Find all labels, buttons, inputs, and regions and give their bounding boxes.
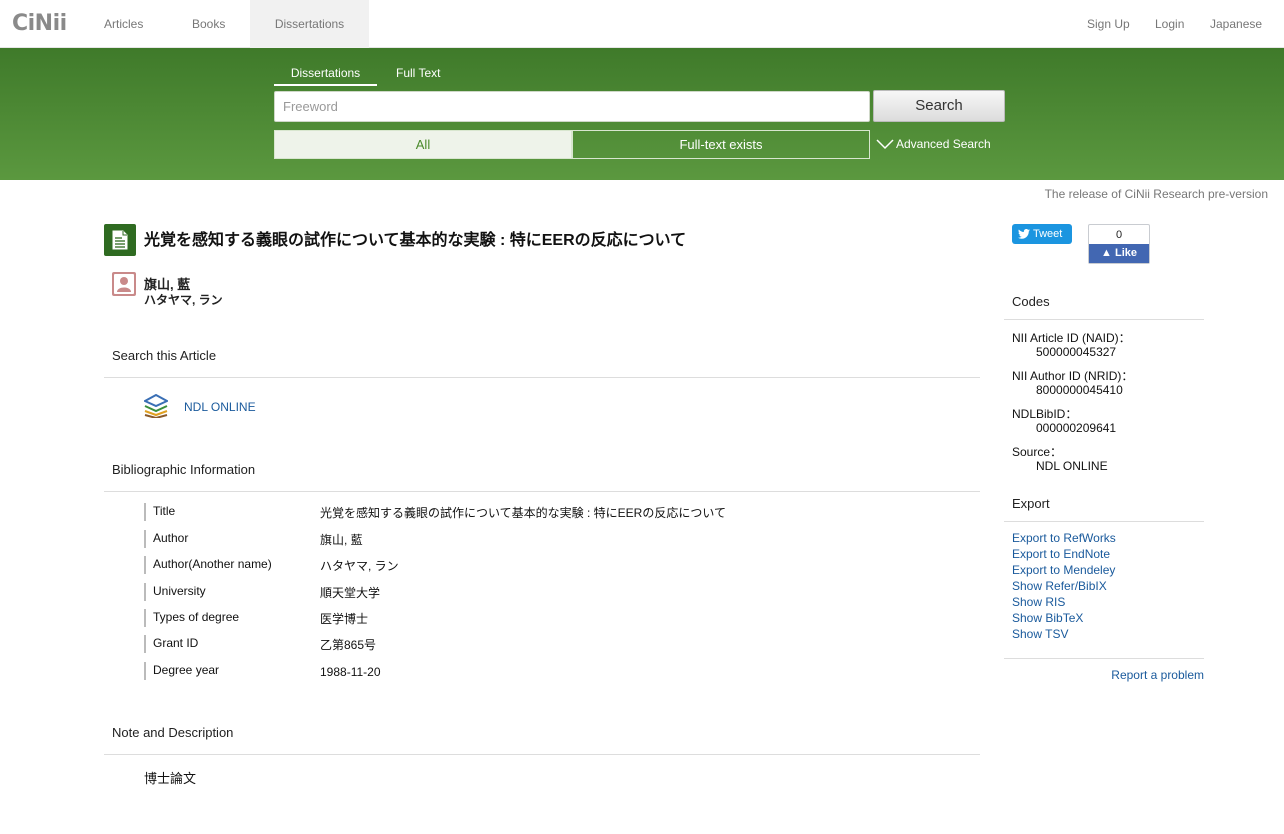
export-heading: Export — [1012, 496, 1050, 511]
twitter-bird-icon — [1018, 229, 1030, 239]
show-tsv-link[interactable]: Show TSV — [1012, 627, 1068, 641]
facebook-like-box[interactable]: 0 ▲ Like — [1088, 224, 1150, 264]
show-bibtex-link[interactable]: Show BibTeX — [1012, 611, 1083, 625]
filter-full-text-exists[interactable]: Full-text exists — [572, 130, 870, 159]
release-notice[interactable]: The release of CiNii Research pre-versio… — [1045, 187, 1268, 201]
advanced-search-link[interactable]: Advanced Search — [876, 137, 991, 151]
tab-dissertations[interactable]: Dissertations — [274, 66, 377, 86]
code-label-nrid: NII Author ID (NRID)： — [1012, 369, 1134, 383]
author-kana: ハタヤマ, ラン — [144, 293, 223, 307]
top-navigation: CiNii Articles Books Dissertations Sign … — [0, 0, 1284, 48]
show-refer-bibix-link[interactable]: Show Refer/BibIX — [1012, 579, 1107, 593]
export-mendeley-link[interactable]: Export to Mendeley — [1012, 563, 1115, 577]
ndl-online-link[interactable]: NDL ONLINE — [184, 400, 256, 414]
code-label-ndlbibid: NDLBibID： — [1012, 407, 1078, 421]
note-text: 博士論文 — [144, 771, 197, 786]
section-heading: Note and Description — [112, 725, 234, 740]
section-search-article: Search this Article — [104, 348, 980, 378]
chevron-down-icon — [876, 139, 894, 150]
nav-books[interactable]: Books — [192, 0, 225, 48]
biblio-label: Degree year — [144, 662, 219, 680]
code-value-naid: 500000045327 — [1036, 345, 1117, 359]
biblio-label: Types of degree — [144, 609, 239, 627]
code-label-naid: NII Article ID (NAID)： — [1012, 331, 1131, 345]
author-avatar-icon — [112, 272, 136, 296]
biblio-label: Author(Another name) — [144, 556, 272, 574]
nav-sign-up[interactable]: Sign Up — [1087, 0, 1130, 48]
export-heading-bar: Export — [1004, 496, 1204, 522]
biblio-row-title: Title 光覚を感知する義眼の試作について基本的な実験 : 特にEERの反応に… — [144, 503, 980, 523]
sidebar-divider — [1004, 658, 1204, 659]
nav-login[interactable]: Login — [1155, 0, 1184, 48]
code-value-source: NDL ONLINE — [1036, 459, 1108, 473]
show-ris-link[interactable]: Show RIS — [1012, 595, 1065, 609]
biblio-row-author-another-name: Author(Another name) ハタヤマ, ラン — [144, 556, 980, 576]
advanced-search-label: Advanced Search — [896, 137, 991, 151]
codes-heading-bar: Codes — [1004, 294, 1204, 320]
filter-all[interactable]: All — [274, 130, 572, 159]
biblio-row-university: University 順天堂大学 — [144, 583, 980, 603]
search-button[interactable]: Search — [873, 90, 1005, 122]
cinii-logo[interactable]: CiNii — [12, 11, 67, 36]
code-value-nrid[interactable]: 8000000045410 — [1036, 383, 1123, 397]
export-refworks-link[interactable]: Export to RefWorks — [1012, 531, 1116, 545]
tab-full-text[interactable]: Full Text — [396, 66, 440, 86]
article-title: 光覚を感知する義眼の試作について基本的な実験 : 特にEERの反応について — [144, 232, 687, 249]
nav-articles[interactable]: Articles — [104, 0, 143, 48]
biblio-label: Grant ID — [144, 635, 198, 653]
search-band: Dissertations Full Text Freeword Search … — [0, 48, 1284, 180]
biblio-label: University — [144, 583, 206, 601]
code-value-ndlbibid: 000000209641 — [1036, 421, 1117, 435]
nav-dissertations[interactable]: Dissertations — [250, 0, 369, 48]
biblio-value: ハタヤマ, ラン — [320, 559, 399, 573]
biblio-value: 1988-11-20 — [320, 665, 381, 679]
biblio-row-degree-year: Degree year 1988-11-20 — [144, 662, 980, 682]
document-icon — [104, 224, 136, 256]
facebook-thumb-icon: ▲ — [1101, 247, 1112, 259]
section-bibliographic-information: Bibliographic Information — [104, 462, 980, 492]
biblio-row-author: Author 旗山, 藍 — [144, 530, 980, 550]
section-heading: Search this Article — [112, 348, 217, 363]
biblio-value: 旗山, 藍 — [320, 533, 363, 547]
section-heading: Bibliographic Information — [112, 462, 256, 477]
section-note-and-description: Note and Description — [104, 725, 980, 755]
facebook-like-label: Like — [1114, 247, 1137, 259]
biblio-row-grant-id: Grant ID 乙第865号 — [144, 635, 980, 655]
tweet-button[interactable]: Tweet — [1012, 224, 1072, 244]
export-endnote-link[interactable]: Export to EndNote — [1012, 547, 1110, 561]
facebook-like-count: 0 — [1115, 229, 1123, 241]
facebook-like-button[interactable]: ▲ Like — [1089, 244, 1149, 263]
codes-heading: Codes — [1012, 294, 1050, 309]
search-input[interactable]: Freeword — [274, 91, 870, 122]
biblio-row-types-of-degree: Types of degree 医学博士 — [144, 609, 980, 629]
tweet-label: Tweet — [1033, 228, 1063, 240]
biblio-label: Title — [144, 503, 175, 521]
biblio-value: 光覚を感知する義眼の試作について基本的な実験 : 特にEERの反応について — [320, 506, 726, 520]
ndl-online-icon[interactable] — [142, 393, 170, 420]
code-label-source: Source： — [1012, 445, 1063, 459]
biblio-label: Author — [144, 530, 188, 548]
biblio-value: 医学博士 — [320, 612, 369, 626]
biblio-value: 順天堂大学 — [320, 586, 381, 600]
nav-language-japanese[interactable]: Japanese — [1210, 0, 1262, 48]
biblio-value: 乙第865号 — [320, 638, 377, 652]
report-problem-link[interactable]: Report a problem — [1111, 668, 1204, 682]
